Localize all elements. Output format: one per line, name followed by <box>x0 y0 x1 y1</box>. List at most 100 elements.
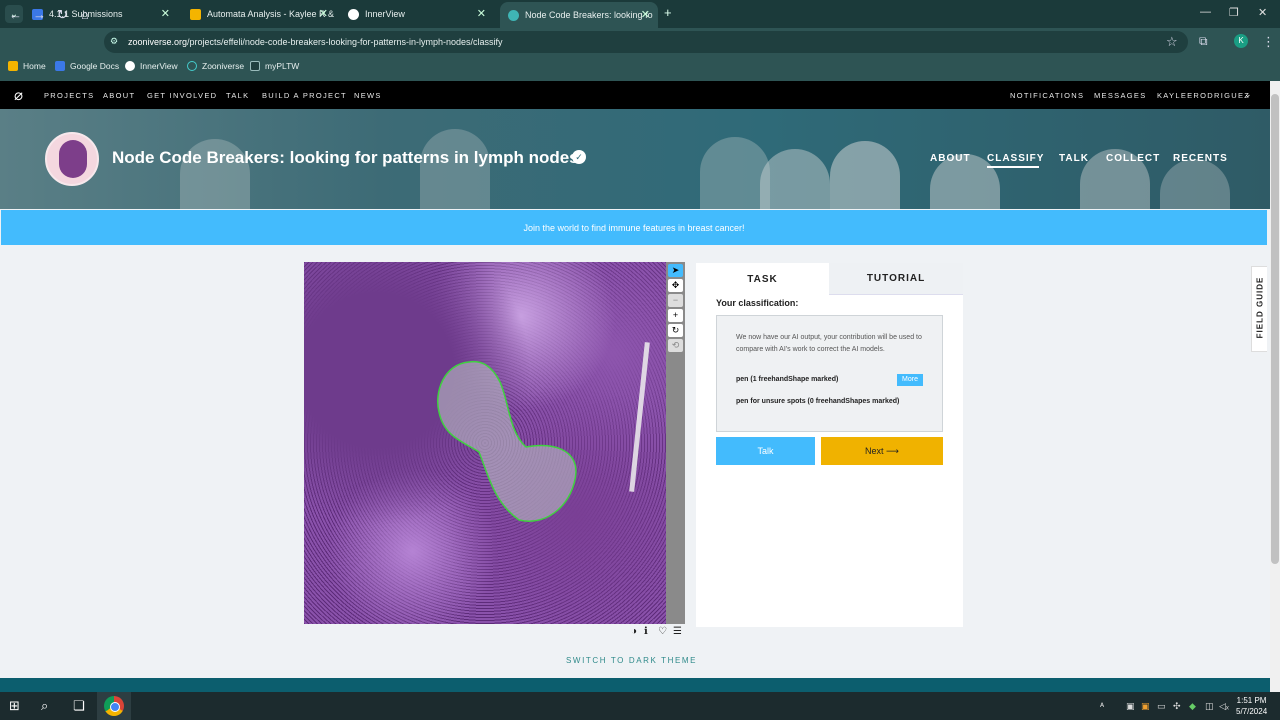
url-text[interactable]: zooniverse.org/projects/effeli/node-code… <box>128 37 503 47</box>
url-path: /projects/effeli/node-code-breakers-look… <box>187 37 503 47</box>
footer-strip <box>0 678 1270 692</box>
close-tab-icon[interactable]: ✕ <box>641 8 650 21</box>
bookmark-google-docs[interactable]: Google Docs <box>55 61 119 71</box>
bookmark-mypltw[interactable]: myPLTW <box>250 61 299 71</box>
rotate-icon[interactable]: ↻ <box>668 324 683 337</box>
back-icon[interactable]: ← <box>9 7 22 22</box>
freehand-shape-mark[interactable] <box>304 262 666 624</box>
new-tab-icon[interactable]: + <box>664 5 672 20</box>
project-nav-about[interactable]: ABOUT <box>930 153 971 164</box>
person-icon[interactable]: ᴬ <box>1100 701 1104 711</box>
extensions-icon[interactable]: ⧉ <box>1199 34 1208 49</box>
bookmark-label: Home <box>23 61 46 71</box>
subject-toolbar: ➤ ✥ − + ↻ ⟲ <box>666 262 685 624</box>
active-nav-underline <box>987 166 1039 168</box>
nav-news[interactable]: NEWS <box>354 91 382 100</box>
bookmark-icon <box>125 61 135 71</box>
bookmark-label: Zooniverse <box>202 61 245 71</box>
zooniverse-logo-icon[interactable]: ⌀ <box>14 86 23 104</box>
browser-tab-active[interactable]: Node Code Breakers: looking fo ✕ <box>500 2 658 28</box>
close-tab-icon[interactable]: ✕ <box>319 7 328 20</box>
nav-notifications[interactable]: NOTIFICATIONS <box>1010 91 1084 100</box>
bookmark-innerview[interactable]: InnerView <box>125 61 178 71</box>
task-view-icon[interactable]: ❏ <box>73 698 85 714</box>
nav-talk[interactable]: TALK <box>226 91 249 100</box>
nav-projects[interactable]: PROJECTS <box>44 91 94 100</box>
tray-office-icon[interactable]: ▣ <box>1141 701 1150 712</box>
volume-muted-icon[interactable]: ◁ₓ <box>1219 701 1229 712</box>
tool-summary-unsure-pen: pen for unsure spots (0 freehandShapes m… <box>736 398 900 405</box>
favicon-icon <box>190 8 201 20</box>
scrollbar-thumb[interactable] <box>1271 94 1279 564</box>
clock-time: 1:51 PM <box>1236 696 1267 705</box>
bookmark-star-icon[interactable]: ☆ <box>1166 34 1178 50</box>
tab-tutorial[interactable]: TUTORIAL <box>829 263 963 295</box>
minimize-icon[interactable]: — <box>1200 6 1211 18</box>
nav-messages[interactable]: MESSAGES <box>1094 91 1147 100</box>
tray-nvidia-icon[interactable]: ◆ <box>1189 701 1196 712</box>
zoom-out-icon[interactable]: − <box>668 294 683 307</box>
bookmark-label: myPLTW <box>265 61 300 71</box>
tab-title: Automata Analysis - Kaylee R & <box>207 9 335 19</box>
start-icon[interactable]: ⊞ <box>9 698 20 714</box>
project-nav-classify[interactable]: CLASSIFY <box>987 153 1044 164</box>
tab-task[interactable]: TASK <box>696 263 829 295</box>
search-icon[interactable]: ⌕ <box>41 698 48 714</box>
classification-heading: Your classification: <box>716 298 799 308</box>
next-button[interactable]: Next ⟶ <box>821 437 943 465</box>
url-domain: zooniverse.org <box>128 37 188 47</box>
taskbar-clock[interactable]: 1:51 PM 5/7/2024 <box>1236 695 1267 717</box>
nav-user-menu[interactable]: KAYLEERODRIGUEZ <box>1157 91 1250 100</box>
annotate-pointer-icon[interactable]: ➤ <box>668 264 683 277</box>
metadata-info-icon[interactable]: ℹ <box>644 626 648 637</box>
menu-dots-icon[interactable]: ⋮ <box>1262 34 1275 50</box>
banner-text: Join the world to find immune features i… <box>523 222 745 233</box>
site-info-icon[interactable]: ⚙ <box>110 36 118 47</box>
project-nav-collect[interactable]: COLLECT <box>1106 153 1160 164</box>
reset-icon[interactable]: ⟲ <box>668 339 683 352</box>
bookmark-icon <box>187 61 197 71</box>
field-guide-tab[interactable]: FIELD GUIDE <box>1251 266 1267 352</box>
wifi-icon[interactable]: ◫ <box>1205 701 1214 712</box>
forward-icon[interactable]: → <box>33 7 46 22</box>
talk-button[interactable]: Talk <box>716 437 815 465</box>
invert-colors-icon[interactable]: ◑ <box>631 626 637 637</box>
project-title[interactable]: Node Code Breakers: looking for patterns… <box>112 148 579 168</box>
close-window-icon[interactable]: ✕ <box>1258 6 1267 19</box>
restore-icon[interactable]: ❐ <box>1229 6 1239 19</box>
nav-get-involved[interactable]: GET INVOLVED <box>147 91 217 100</box>
favorite-heart-icon[interactable]: ♡ <box>658 626 667 637</box>
favicon-icon <box>348 8 359 20</box>
project-nav-talk[interactable]: TALK <box>1059 153 1089 164</box>
project-nav-recents[interactable]: RECENTS <box>1173 153 1228 164</box>
tray-network-icon[interactable]: ✣ <box>1173 701 1181 712</box>
project-avatar[interactable] <box>45 132 99 186</box>
subject-image[interactable] <box>304 262 666 624</box>
windows-taskbar <box>0 692 1280 720</box>
move-icon[interactable]: ✥ <box>668 279 683 292</box>
chevron-down-icon[interactable]: ⌄ <box>1244 89 1252 100</box>
browser-tab[interactable]: Automata Analysis - Kaylee R & ✕ <box>190 4 336 24</box>
switch-dark-theme-link[interactable]: SWITCH TO DARK THEME <box>566 656 697 665</box>
close-tab-icon[interactable]: ✕ <box>477 7 486 20</box>
profile-avatar[interactable]: K <box>1234 34 1248 48</box>
nav-build-a-project[interactable]: BUILD A PROJECT <box>262 91 347 100</box>
tray-app-icon[interactable]: ▣ <box>1126 701 1135 712</box>
announcement-banner: Join the world to find immune features i… <box>1 210 1267 245</box>
bookmark-home[interactable]: Home <box>8 61 46 71</box>
nav-about[interactable]: ABOUT <box>103 91 135 100</box>
browser-tab[interactable]: 4.1.1 Submissions ✕ <box>32 4 178 24</box>
browser-tab[interactable]: InnerView ✕ <box>348 4 494 24</box>
reload-icon[interactable]: ↻ <box>57 7 68 23</box>
home-icon[interactable]: ⌂ <box>81 7 89 22</box>
bookmark-zooniverse[interactable]: Zooniverse <box>187 61 244 71</box>
bookmark-icon <box>250 61 260 71</box>
tool-summary-pen: pen (1 freehandShape marked) <box>736 376 839 383</box>
zoom-in-icon[interactable]: + <box>668 309 683 322</box>
more-button[interactable]: More <box>897 374 923 386</box>
collections-list-icon[interactable]: ☰ <box>673 626 682 637</box>
tab-title: InnerView <box>365 9 405 19</box>
chrome-icon[interactable] <box>104 696 124 716</box>
close-tab-icon[interactable]: ✕ <box>161 7 170 20</box>
tray-display-icon[interactable]: ▭ <box>1157 701 1166 712</box>
